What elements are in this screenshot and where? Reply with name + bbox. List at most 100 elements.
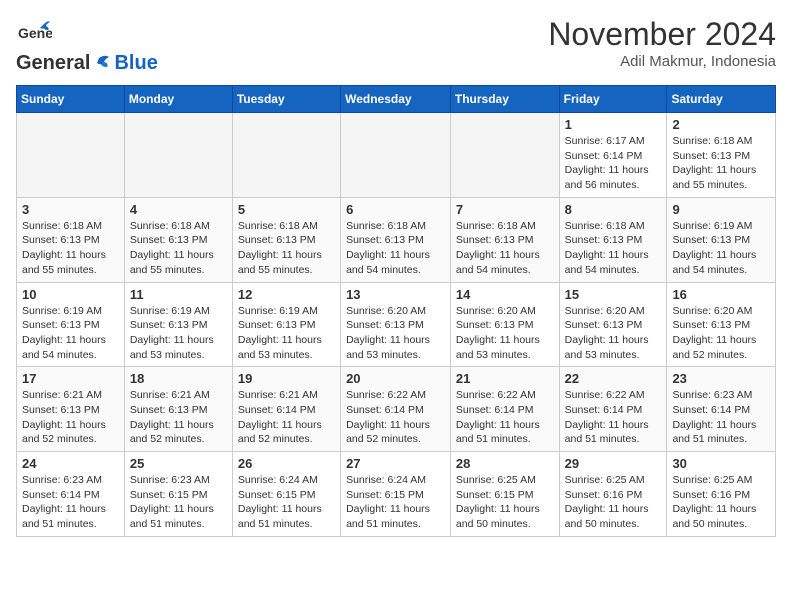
calendar-cell: 26 Sunrise: 6:24 AMSunset: 6:15 PMDayligh…: [232, 452, 340, 537]
calendar-cell: 1Sunrise: 6:17 AMSunset: 6:14 PMDaylight…: [559, 113, 667, 198]
day-info: Sunrise: 6:22 AMSunset: 6:14 PMDaylight:…: [565, 388, 662, 447]
month-title: November 2024: [548, 16, 776, 53]
day-info: Sunrise: 6:25 AMSunset: 6:16 PMDaylight:…: [672, 473, 770, 532]
weekday-header-monday: Monday: [124, 86, 232, 113]
calendar-cell: 12 Sunrise: 6:19 AMSunset: 6:13 PMDayligh…: [232, 282, 340, 367]
calendar-cell: 28Sunrise: 6:25 AMSunset: 6:15 PMDayligh…: [450, 452, 559, 537]
title-block: November 2024 Adil Makmur, Indonesia: [548, 16, 776, 70]
weekday-header-sunday: Sunday: [17, 86, 125, 113]
day-info: Sunrise: 6:18 AMSunset: 6:13 PMDaylight:…: [346, 219, 445, 278]
day-info: Sunrise: 6:23 AMSunset: 6:15 PMDaylight:…: [130, 473, 227, 532]
calendar-cell: 5 Sunrise: 6:18 AMSunset: 6:13 PMDaylight…: [232, 197, 340, 282]
calendar-week-row: 1Sunrise: 6:17 AMSunset: 6:14 PMDaylight…: [17, 113, 776, 198]
day-info: Sunrise: 6:22 AMSunset: 6:14 PMDaylight:…: [346, 388, 445, 447]
weekday-header-friday: Friday: [559, 86, 667, 113]
calendar-cell: 29 Sunrise: 6:25 AMSunset: 6:16 PMDayligh…: [559, 452, 667, 537]
day-info: Sunrise: 6:22 AMSunset: 6:14 PMDaylight:…: [456, 388, 554, 447]
day-info: Sunrise: 6:19 AMSunset: 6:13 PMDaylight:…: [238, 304, 335, 363]
day-number: 30: [672, 456, 770, 471]
day-info: Sunrise: 6:18 AMSunset: 6:13 PMDaylight:…: [22, 219, 119, 278]
calendar-cell: 4 Sunrise: 6:18 AMSunset: 6:13 PMDaylight…: [124, 197, 232, 282]
logo-bird-icon: [91, 54, 113, 74]
day-number: 21: [456, 371, 554, 386]
day-info: Sunrise: 6:23 AMSunset: 6:14 PMDaylight:…: [22, 473, 119, 532]
weekday-header-wednesday: Wednesday: [341, 86, 451, 113]
logo-general: General: [16, 52, 90, 75]
calendar-cell: 3Sunrise: 6:18 AMSunset: 6:13 PMDaylight…: [17, 197, 125, 282]
day-number: 27: [346, 456, 445, 471]
day-number: 10: [22, 287, 119, 302]
day-number: 5: [238, 202, 335, 217]
day-number: 7: [456, 202, 554, 217]
calendar-cell: 22 Sunrise: 6:22 AMSunset: 6:14 PMDayligh…: [559, 367, 667, 452]
calendar-cell: 15Sunrise: 6:20 AMSunset: 6:13 PMDayligh…: [559, 282, 667, 367]
calendar-week-row: 3Sunrise: 6:18 AMSunset: 6:13 PMDaylight…: [17, 197, 776, 282]
day-info: Sunrise: 6:20 AMSunset: 6:13 PMDaylight:…: [672, 304, 770, 363]
calendar-cell: 17Sunrise: 6:21 AMSunset: 6:13 PMDayligh…: [17, 367, 125, 452]
page-header: General General Blue November 2024 Adil …: [16, 16, 776, 75]
day-info: Sunrise: 6:24 AMSunset: 6:15 PMDaylight:…: [346, 473, 445, 532]
day-info: Sunrise: 6:23 AMSunset: 6:14 PMDaylight:…: [672, 388, 770, 447]
weekday-header-tuesday: Tuesday: [232, 86, 340, 113]
day-number: 2: [672, 117, 770, 132]
location-label: Adil Makmur, Indonesia: [548, 53, 776, 70]
weekday-header-thursday: Thursday: [450, 86, 559, 113]
calendar-week-row: 24 Sunrise: 6:23 AMSunset: 6:14 PMDayligh…: [17, 452, 776, 537]
calendar-cell: [17, 113, 125, 198]
day-info: Sunrise: 6:19 AMSunset: 6:13 PMDaylight:…: [672, 219, 770, 278]
day-number: 16: [672, 287, 770, 302]
day-info: Sunrise: 6:25 AMSunset: 6:16 PMDaylight:…: [565, 473, 662, 532]
day-info: Sunrise: 6:24 AMSunset: 6:15 PMDaylight:…: [238, 473, 335, 532]
day-number: 26: [238, 456, 335, 471]
calendar-cell: 8 Sunrise: 6:18 AMSunset: 6:13 PMDaylight…: [559, 197, 667, 282]
calendar-week-row: 17 Sunrise: 6:21 AMSunset: 6:13 PMDayligh…: [17, 367, 776, 452]
day-number: 22: [565, 371, 662, 386]
logo-blue: Blue: [114, 52, 157, 75]
day-info: Sunrise: 6:18 AMSunset: 6:13 PMDaylight:…: [456, 219, 554, 278]
day-info: Sunrise: 6:20 AMSunset: 6:13 PMDaylight:…: [346, 304, 445, 363]
day-number: 14: [456, 287, 554, 302]
logo: General General Blue: [16, 16, 158, 75]
calendar-cell: 16 Sunrise: 6:20 AMSunset: 6:13 PMDayligh…: [667, 282, 776, 367]
day-info: Sunrise: 6:18 AMSunset: 6:13 PMDaylight:…: [238, 219, 335, 278]
day-number: 9: [672, 202, 770, 217]
day-number: 24: [22, 456, 119, 471]
day-info: Sunrise: 6:18 AMSunset: 6:13 PMDaylight:…: [672, 134, 770, 193]
calendar-cell: 23Sunrise: 6:23 AMSunset: 6:14 PMDayligh…: [667, 367, 776, 452]
calendar-cell: 14 Sunrise: 6:20 AMSunset: 6:13 PMDayligh…: [450, 282, 559, 367]
day-info: Sunrise: 6:18 AMSunset: 6:13 PMDaylight:…: [130, 219, 227, 278]
day-info: Sunrise: 6:20 AMSunset: 6:13 PMDaylight:…: [565, 304, 662, 363]
calendar-cell: 2 Sunrise: 6:18 AMSunset: 6:13 PMDaylight…: [667, 113, 776, 198]
calendar-cell: 24 Sunrise: 6:23 AMSunset: 6:14 PMDayligh…: [17, 452, 125, 537]
weekday-header-row: SundayMondayTuesdayWednesdayThursdayFrid…: [17, 86, 776, 113]
calendar-cell: [232, 113, 340, 198]
day-number: 6: [346, 202, 445, 217]
day-number: 8: [565, 202, 662, 217]
calendar-cell: 7 Sunrise: 6:18 AMSunset: 6:13 PMDaylight…: [450, 197, 559, 282]
day-info: Sunrise: 6:19 AMSunset: 6:13 PMDaylight:…: [22, 304, 119, 363]
calendar-cell: 6 Sunrise: 6:18 AMSunset: 6:13 PMDaylight…: [341, 197, 451, 282]
day-number: 4: [130, 202, 227, 217]
calendar-cell: 25 Sunrise: 6:23 AMSunset: 6:15 PMDayligh…: [124, 452, 232, 537]
calendar-cell: 13Sunrise: 6:20 AMSunset: 6:13 PMDayligh…: [341, 282, 451, 367]
calendar-cell: [124, 113, 232, 198]
calendar-cell: 27 Sunrise: 6:24 AMSunset: 6:15 PMDayligh…: [341, 452, 451, 537]
day-number: 19: [238, 371, 335, 386]
calendar-table: SundayMondayTuesdayWednesdayThursdayFrid…: [16, 85, 776, 537]
day-number: 11: [130, 287, 227, 302]
day-number: 29: [565, 456, 662, 471]
calendar-cell: 30 Sunrise: 6:25 AMSunset: 6:16 PMDayligh…: [667, 452, 776, 537]
calendar-cell: 11 Sunrise: 6:19 AMSunset: 6:13 PMDayligh…: [124, 282, 232, 367]
weekday-header-saturday: Saturday: [667, 86, 776, 113]
calendar-cell: 21 Sunrise: 6:22 AMSunset: 6:14 PMDayligh…: [450, 367, 559, 452]
day-info: Sunrise: 6:21 AMSunset: 6:13 PMDaylight:…: [130, 388, 227, 447]
day-number: 20: [346, 371, 445, 386]
day-info: Sunrise: 6:18 AMSunset: 6:13 PMDaylight:…: [565, 219, 662, 278]
day-info: Sunrise: 6:19 AMSunset: 6:13 PMDaylight:…: [130, 304, 227, 363]
day-number: 12: [238, 287, 335, 302]
day-number: 25: [130, 456, 227, 471]
day-number: 17: [22, 371, 119, 386]
day-info: Sunrise: 6:20 AMSunset: 6:13 PMDaylight:…: [456, 304, 554, 363]
calendar-week-row: 10 Sunrise: 6:19 AMSunset: 6:13 PMDayligh…: [17, 282, 776, 367]
day-number: 1: [565, 117, 662, 132]
